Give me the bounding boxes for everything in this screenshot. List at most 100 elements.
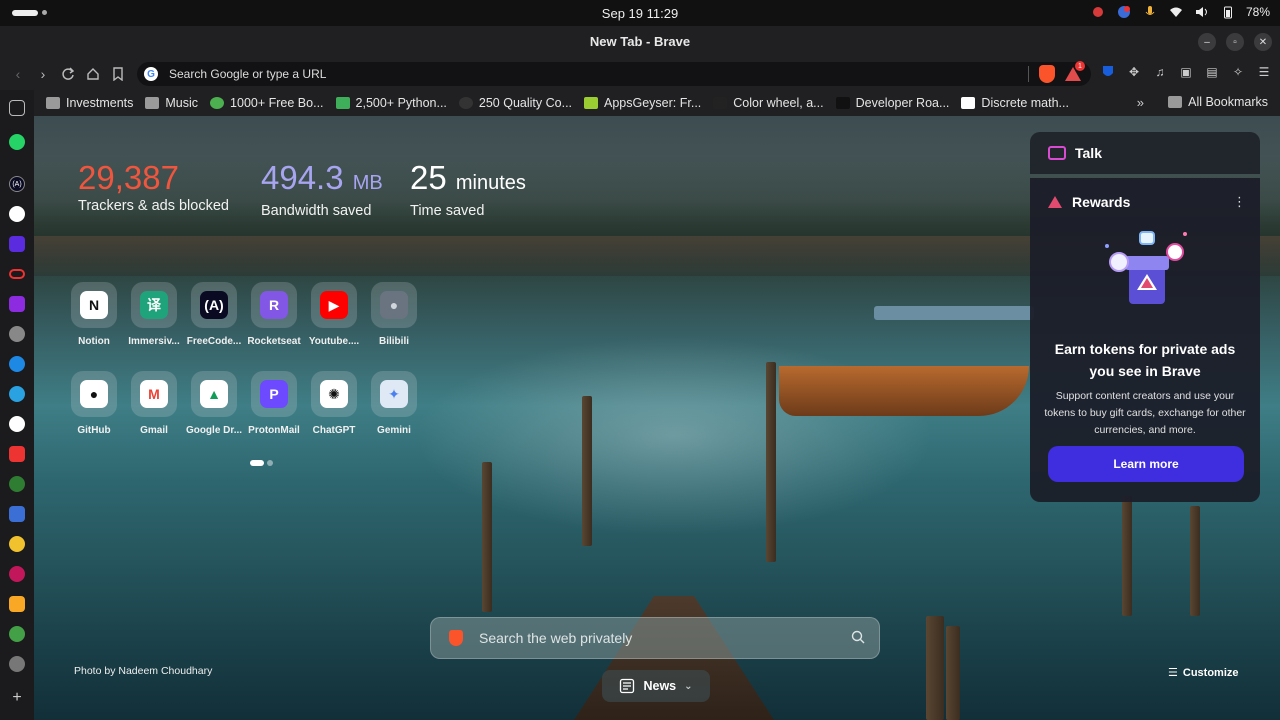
sidebar-app-icon[interactable] bbox=[9, 356, 25, 372]
sidebar-app-icon[interactable] bbox=[9, 476, 25, 492]
rewards-illustration-icon bbox=[1105, 231, 1187, 304]
top-site-tile[interactable]: ✺ ChatGPT bbox=[304, 371, 364, 436]
bookmark-button[interactable] bbox=[108, 64, 128, 84]
more-options-icon[interactable]: ⋮ bbox=[1233, 194, 1246, 210]
bookmark-label: Developer Roa... bbox=[855, 96, 950, 110]
top-site-tile[interactable]: ● Bilibili bbox=[364, 282, 424, 347]
sidebar-app-icon[interactable] bbox=[9, 626, 25, 642]
customize-label: Customize bbox=[1182, 666, 1239, 679]
top-site-tile-bg: ✦ bbox=[371, 371, 417, 417]
customize-button[interactable]: ☰ Customize bbox=[1168, 666, 1239, 680]
bookmark-item[interactable]: Color wheel, a... bbox=[713, 96, 824, 110]
brave-rewards-icon[interactable]: 1 bbox=[1065, 61, 1085, 81]
sidebar-app-icon[interactable] bbox=[9, 506, 25, 522]
whatsapp-icon[interactable] bbox=[9, 134, 25, 150]
bookmark-item[interactable]: 2,500+ Python... bbox=[335, 96, 447, 110]
microphone-icon[interactable] bbox=[1142, 4, 1158, 20]
search-icon[interactable] bbox=[851, 630, 865, 644]
top-site-label: FreeCode... bbox=[186, 336, 242, 347]
background-post bbox=[766, 362, 776, 562]
media-icon[interactable]: ♫ bbox=[1152, 64, 1168, 80]
sidebar-app-icon[interactable] bbox=[9, 236, 25, 252]
add-sidebar-item-icon[interactable]: + bbox=[9, 689, 25, 706]
bandwidth-stat: 494.3 MB Bandwidth saved bbox=[261, 160, 383, 220]
bookmark-item[interactable]: Discrete math... bbox=[961, 96, 1069, 110]
google-icon: G bbox=[144, 67, 158, 81]
home-button[interactable] bbox=[83, 64, 103, 84]
page-dot[interactable] bbox=[267, 460, 273, 466]
globe-icon[interactable] bbox=[9, 326, 25, 342]
battery-icon[interactable] bbox=[1220, 4, 1236, 20]
app-indicator-icon[interactable] bbox=[1116, 4, 1132, 20]
minimize-button[interactable]: – bbox=[1198, 33, 1216, 51]
sidebar-toggle-icon[interactable]: ▣ bbox=[1178, 64, 1194, 80]
menu-icon[interactable]: ☰ bbox=[1256, 64, 1272, 80]
learn-more-button[interactable]: Learn more bbox=[1048, 446, 1244, 482]
bookmark-item[interactable]: 250 Quality Co... bbox=[458, 96, 573, 110]
top-site-tile[interactable]: ● GitHub bbox=[64, 371, 124, 436]
top-site-tile[interactable]: ▲ Google Dr... bbox=[184, 371, 244, 436]
color-wheel-icon bbox=[713, 97, 728, 109]
reload-button[interactable] bbox=[58, 64, 78, 84]
freecodecamp-icon[interactable]: (A) bbox=[9, 176, 25, 192]
sidebar-panel-icon[interactable] bbox=[9, 100, 25, 116]
photo-credit[interactable]: Photo by Nadeem Choudhary bbox=[74, 665, 212, 677]
sidebar-app-icon[interactable] bbox=[9, 296, 25, 312]
github-icon[interactable] bbox=[9, 206, 25, 222]
top-site-label: Bilibili bbox=[379, 336, 409, 347]
top-site-tile[interactable]: P ProtonMail bbox=[244, 371, 304, 436]
top-site-tile[interactable]: ▶ Youtube.... bbox=[304, 282, 364, 347]
wallet-icon[interactable]: ▤ bbox=[1204, 64, 1220, 80]
address-placeholder[interactable]: Search Google or type a URL bbox=[169, 67, 326, 81]
forward-button[interactable]: › bbox=[33, 64, 53, 84]
top-site-tile[interactable]: R Rocketseat bbox=[244, 282, 304, 347]
all-bookmarks-button[interactable]: All Bookmarks bbox=[1168, 95, 1268, 109]
globe-icon[interactable] bbox=[9, 656, 25, 672]
sidebar-app-icon[interactable] bbox=[9, 596, 25, 612]
bitwarden-icon[interactable] bbox=[1100, 64, 1116, 80]
page-dot-active[interactable] bbox=[250, 460, 264, 466]
top-sites-pagination bbox=[250, 460, 273, 466]
top-site-tile[interactable]: N Notion bbox=[64, 282, 124, 347]
chatgpt-icon[interactable] bbox=[9, 416, 25, 432]
bookmark-item[interactable]: AppsGeyser: Fr... bbox=[584, 96, 701, 110]
sidebar-app-icon[interactable] bbox=[9, 536, 25, 552]
address-bar[interactable]: G Search Google or type a URL 1 bbox=[137, 61, 1091, 86]
background-post bbox=[946, 626, 960, 720]
site-logo-icon: ✺ bbox=[320, 380, 348, 408]
news-button[interactable]: News ⌄ bbox=[602, 670, 710, 702]
top-site-tile[interactable]: ✦ Gemini bbox=[364, 371, 424, 436]
top-site-tile[interactable]: M Gmail bbox=[124, 371, 184, 436]
sidebar-app-icon[interactable] bbox=[9, 269, 25, 279]
recording-icon[interactable] bbox=[1090, 4, 1106, 20]
background-post bbox=[1190, 506, 1200, 616]
bookmark-item[interactable]: 1000+ Free Bo... bbox=[210, 96, 324, 110]
more-bookmarks-button[interactable]: » bbox=[1137, 95, 1144, 110]
bookmark-item[interactable]: Developer Roa... bbox=[835, 96, 950, 110]
wifi-icon[interactable] bbox=[1168, 4, 1184, 20]
back-button[interactable]: ‹ bbox=[8, 64, 28, 84]
close-window-button[interactable]: ✕ bbox=[1254, 33, 1272, 51]
youtube-icon[interactable] bbox=[9, 446, 25, 462]
web-search-box[interactable]: Search the web privately bbox=[430, 617, 880, 659]
bookmark-label: 250 Quality Co... bbox=[478, 96, 573, 110]
system-tray[interactable]: 78% bbox=[1090, 4, 1270, 20]
brave-shields-icon[interactable] bbox=[1039, 65, 1055, 83]
bookmark-item[interactable]: Music bbox=[145, 96, 198, 110]
top-site-tile[interactable]: 译 Immersiv... bbox=[124, 282, 184, 347]
maximize-button[interactable]: ▫ bbox=[1226, 33, 1244, 51]
top-site-tile[interactable]: (A) FreeCode... bbox=[184, 282, 244, 347]
trackers-stat: 29,387 Trackers & ads blocked bbox=[78, 160, 229, 215]
top-site-tile-bg: N bbox=[71, 282, 117, 328]
rewards-label: Rewards bbox=[1072, 194, 1131, 210]
volume-icon[interactable] bbox=[1194, 4, 1210, 20]
extensions-puzzle-icon[interactable]: ✥ bbox=[1126, 64, 1142, 80]
search-placeholder[interactable]: Search the web privately bbox=[479, 630, 632, 646]
os-clock[interactable]: Sep 19 11:29 bbox=[0, 6, 1280, 21]
brave-talk-card[interactable]: Talk bbox=[1030, 132, 1260, 174]
sidebar-app-icon[interactable] bbox=[9, 566, 25, 582]
leo-ai-icon[interactable]: ✧ bbox=[1230, 64, 1246, 80]
window-titlebar[interactable]: New Tab - Brave – ▫ ✕ bbox=[0, 26, 1280, 58]
bookmark-item[interactable]: Investments bbox=[46, 96, 133, 110]
edge-icon[interactable] bbox=[9, 386, 25, 402]
